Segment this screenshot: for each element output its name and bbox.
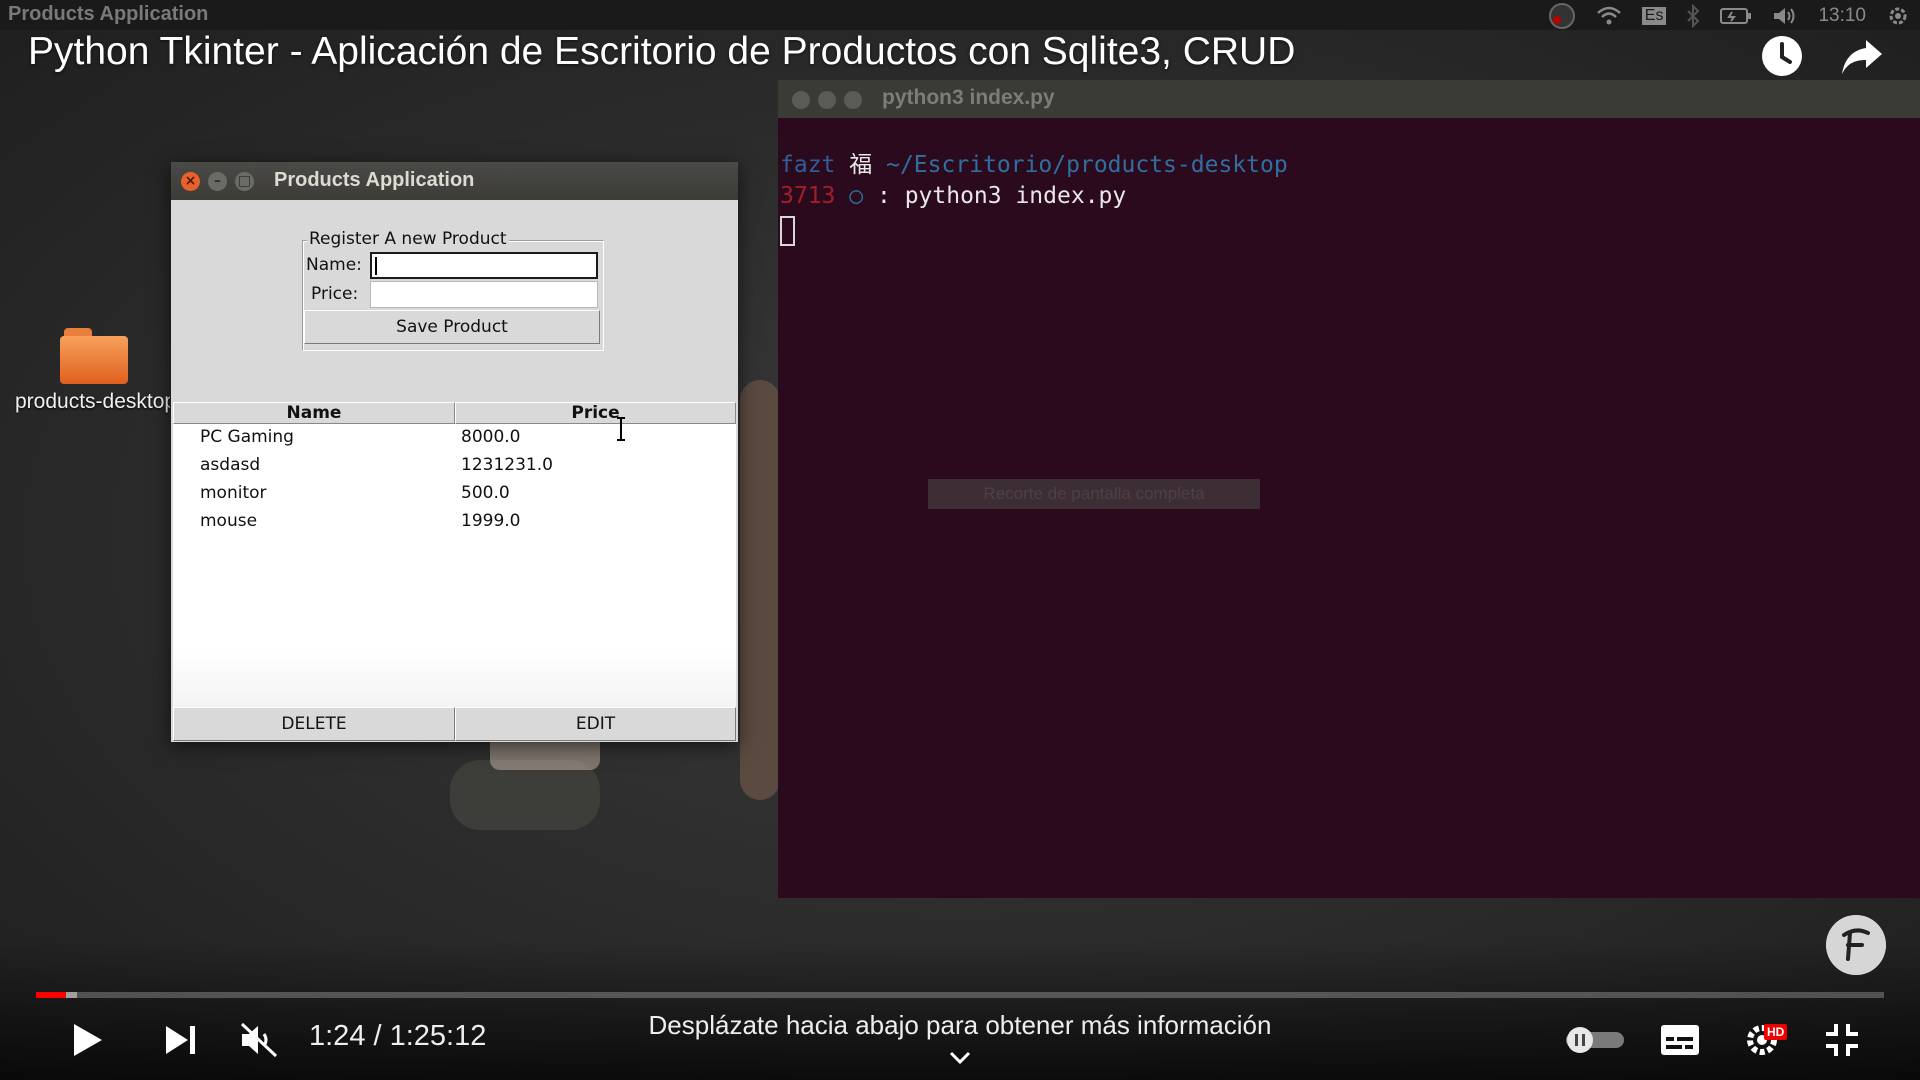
row-name-cell: asdasd — [200, 455, 261, 475]
table-fade — [173, 647, 736, 707]
scroll-hint[interactable]: Desplázate hacia abajo para obtener más … — [0, 1010, 1920, 1041]
hd-badge: HD — [1764, 1024, 1788, 1040]
delete-button[interactable]: DELETE — [173, 707, 455, 741]
folder-label[interactable]: products-desktop — [15, 390, 170, 414]
column-header-price[interactable]: Price — [455, 402, 736, 424]
watch-later-clock-icon[interactable] — [1758, 32, 1806, 80]
progress-bar[interactable] — [36, 992, 1884, 998]
prompt-user: fazt — [780, 152, 836, 178]
row-name-cell: PC Gaming — [200, 427, 294, 447]
record-icon[interactable] — [1548, 2, 1576, 30]
subtitles-icon[interactable] — [1660, 1024, 1700, 1056]
keyboard-layout-indicator[interactable]: Es — [1641, 7, 1667, 25]
terminal-maximize-button[interactable] — [844, 91, 862, 109]
exit-fullscreen-icon[interactable] — [1824, 1022, 1860, 1058]
folder-icon[interactable] — [60, 328, 130, 384]
edit-button[interactable]: EDIT — [455, 707, 736, 741]
channel-watermark-icon[interactable] — [1826, 915, 1886, 975]
text-cursor-ibeam-icon — [617, 417, 625, 441]
battery-icon[interactable] — [1720, 7, 1752, 25]
autoplay-toggle[interactable] — [1564, 1026, 1626, 1054]
history-number: 3713 — [780, 183, 836, 209]
name-input[interactable] — [370, 252, 598, 279]
price-input[interactable] — [370, 281, 598, 308]
table-row[interactable]: monitor 500.0 — [173, 480, 736, 508]
window-close-button[interactable]: × — [181, 172, 200, 191]
share-arrow-icon[interactable] — [1838, 32, 1886, 80]
video-frame[interactable]: Products Application Es 13:10 Python Tki… — [0, 0, 1920, 1080]
terminal-command: python3 index.py — [904, 183, 1127, 209]
column-header-name[interactable]: Name — [173, 402, 455, 424]
window-minimize-button[interactable]: – — [208, 172, 227, 191]
chevron-down-icon[interactable] — [948, 1050, 972, 1066]
volume-icon[interactable] — [1772, 5, 1798, 27]
register-frame-legend: Register A new Product — [307, 229, 509, 249]
row-name-cell: mouse — [200, 511, 258, 531]
terminal-minimize-button[interactable] — [818, 91, 836, 109]
name-label: Name: — [306, 255, 362, 275]
terminal-close-button[interactable] — [792, 91, 810, 109]
terminal-titlebar[interactable]: python3 index.py — [778, 80, 1920, 118]
save-product-button[interactable]: Save Product — [304, 310, 600, 344]
bluetooth-icon[interactable] — [1686, 4, 1700, 28]
terminal-command-line: 3713 ○ : python3 index.py — [780, 181, 1288, 212]
terminal-title: python3 index.py — [882, 86, 1055, 109]
wallpaper-figure-shoes — [450, 760, 600, 830]
prompt-circle: ○ — [849, 183, 864, 209]
text-caret — [375, 257, 377, 275]
terminal-output[interactable]: fazt 福 ~/Escritorio/products-desktop 371… — [780, 150, 1288, 255]
system-top-bar: Products Application Es 13:10 — [0, 0, 1920, 30]
terminal-cursor — [780, 216, 795, 246]
screenshot-notification: Recorte de pantalla completa — [928, 479, 1260, 509]
settings-gear-icon[interactable] — [1886, 4, 1910, 28]
row-price-cell: 1231231.0 — [461, 455, 553, 475]
price-label: Price: — [311, 284, 359, 304]
progress-played — [36, 992, 66, 998]
products-table[interactable]: Name Price PC Gaming 8000.0 asdasd 12312… — [173, 402, 736, 707]
wifi-icon[interactable] — [1596, 5, 1622, 27]
terminal-prompt-line: fazt 福 ~/Escritorio/products-desktop — [780, 150, 1288, 181]
clock[interactable]: 13:10 — [1818, 5, 1866, 27]
row-price-cell: 8000.0 — [461, 427, 521, 447]
prompt-separator: : — [876, 183, 891, 209]
row-price-cell: 1999.0 — [461, 511, 521, 531]
row-name-cell: monitor — [200, 483, 267, 503]
app-title: Products Application — [274, 169, 475, 191]
table-row[interactable]: asdasd 1231231.0 — [173, 452, 736, 480]
table-row[interactable]: PC Gaming 8000.0 — [173, 424, 736, 452]
folder-body — [60, 336, 128, 384]
system-tray: Es 13:10 — [1548, 2, 1910, 30]
active-app-name: Products Application — [8, 3, 209, 25]
row-price-cell: 500.0 — [461, 483, 510, 503]
video-title[interactable]: Python Tkinter - Aplicación de Escritori… — [28, 30, 1295, 74]
wallpaper-figure — [740, 380, 780, 800]
app-titlebar[interactable]: × – □ Products Application — [171, 162, 738, 200]
products-app-window[interactable]: × – □ Products Application Register A ne… — [171, 162, 738, 742]
prompt-path: ~/Escritorio/products-desktop — [886, 152, 1288, 178]
window-maximize-button[interactable]: □ — [235, 172, 254, 191]
table-row[interactable]: mouse 1999.0 — [173, 508, 736, 536]
prompt-symbol: 福 — [849, 152, 873, 178]
table-header: Name Price — [173, 402, 736, 424]
